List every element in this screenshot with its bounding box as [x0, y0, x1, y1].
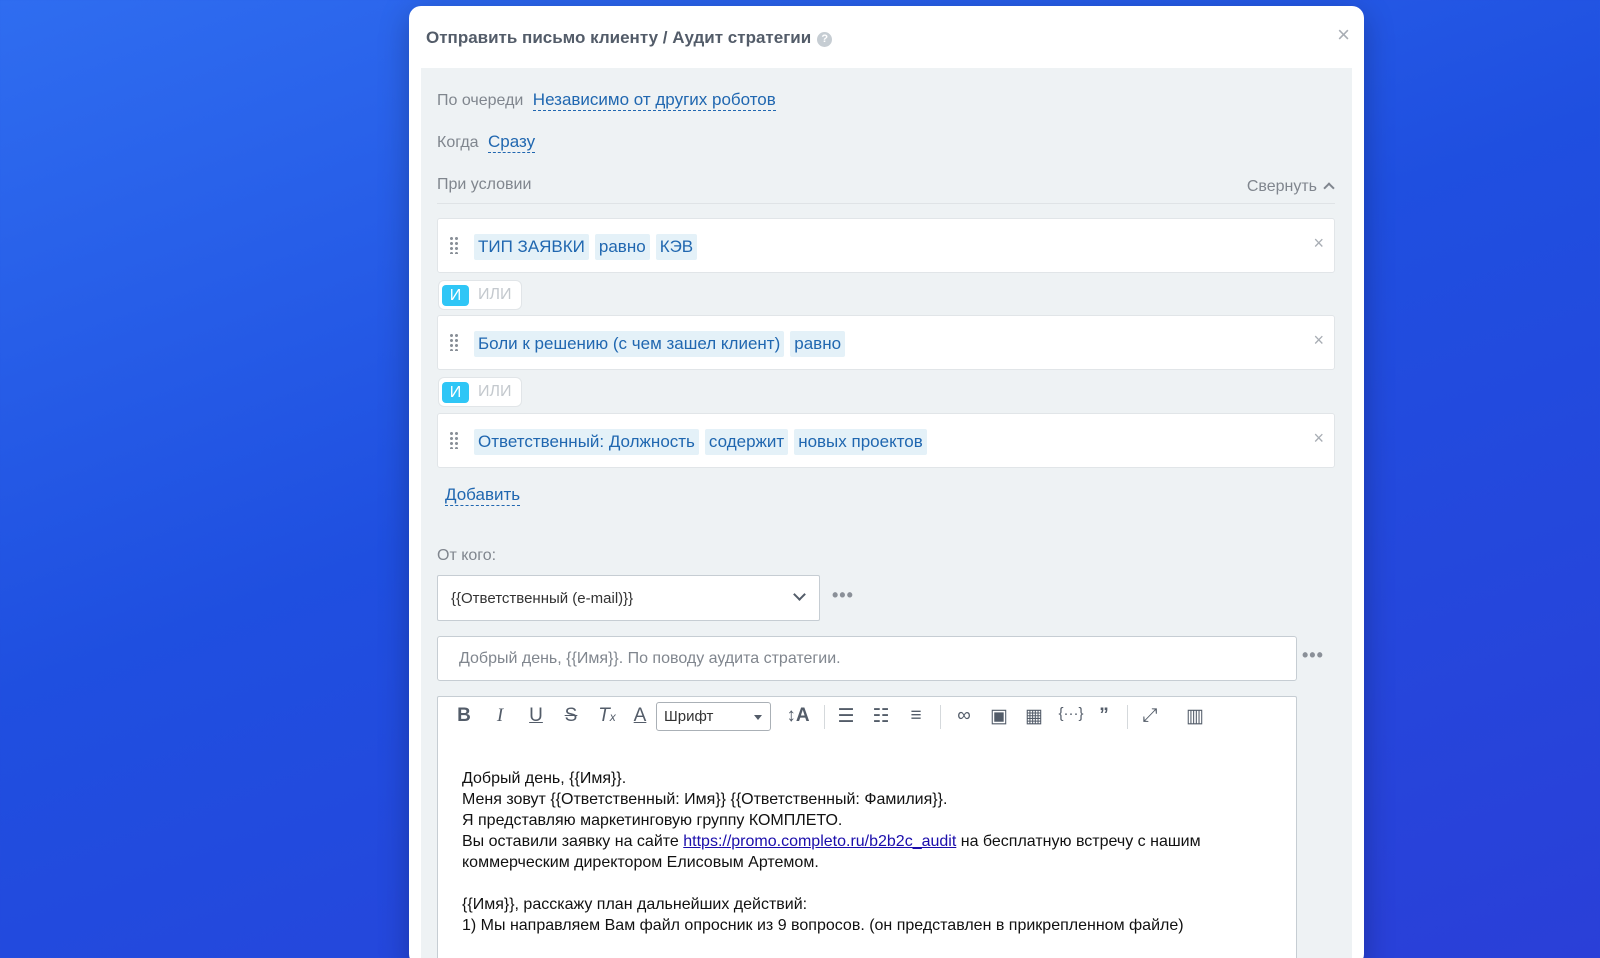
condition-chips: Боли к решению (с чем зашел клиент) равно — [474, 331, 851, 357]
email-body[interactable]: Добрый день, {{Имя}}. Меня зовут {{Ответ… — [462, 768, 1272, 936]
and-option[interactable]: И — [442, 285, 469, 306]
body-line: Я представляю маркетинговую группу КОМПЛ… — [462, 812, 843, 829]
body-line: {{Имя}}, расскажу план дальнейших действ… — [462, 896, 808, 913]
queue-label: По очереди — [437, 92, 524, 109]
condition-field[interactable]: ТИП ЗАЯВКИ — [474, 234, 589, 260]
from-label: От кого: — [437, 547, 497, 564]
body-text-segment: Вы оставили заявку на сайте — [462, 833, 684, 850]
condition-operator[interactable]: равно — [790, 331, 846, 357]
chevron-up-icon — [1323, 182, 1335, 194]
body-line: Вы оставили заявку на сайте https://prom… — [462, 831, 1272, 873]
chevron-down-icon — [793, 588, 806, 601]
condition-field[interactable]: Ответственный: Должность — [474, 429, 699, 455]
remove-condition-icon[interactable]: × — [1313, 428, 1324, 449]
source-mode-icon[interactable]: ▥ — [1181, 705, 1209, 729]
or-option[interactable]: ИЛИ — [478, 383, 512, 401]
robot-settings-dialog: Отправить письмо клиенту / Аудит стратег… — [409, 6, 1364, 958]
and-or-toggle-2: И ИЛИ — [438, 377, 522, 407]
font-select-label: Шрифт — [664, 708, 714, 725]
email-editor[interactable]: B I U S Tx A Шрифт ↕A ☰ ☷ ≡ ∞ ▣ ▦ {···} — [437, 696, 1297, 958]
numbered-list-icon[interactable]: ☰ — [834, 705, 858, 729]
or-option[interactable]: ИЛИ — [478, 286, 512, 304]
strikethrough-icon[interactable]: S — [561, 705, 581, 729]
when-label: Когда — [437, 134, 479, 151]
dialog-title-text: Отправить письмо клиенту / Аудит стратег… — [426, 28, 812, 47]
conditions-label: При условии — [437, 176, 532, 193]
dialog-header: Отправить письмо клиенту / Аудит стратег… — [409, 6, 1364, 68]
condition-operator[interactable]: равно — [594, 234, 650, 260]
subject-input[interactable]: Добрый день, {{Имя}}. По поводу аудита с… — [437, 636, 1297, 681]
condition-row-2: Боли к решению (с чем зашел клиент) равно… — [437, 315, 1335, 370]
drag-handle-icon[interactable] — [449, 333, 459, 351]
align-icon[interactable]: ≡ — [904, 705, 928, 729]
collapse-button[interactable]: Свернуть — [1246, 178, 1335, 196]
condition-field[interactable]: Боли к решению (с чем зашел клиент) — [474, 331, 785, 357]
audit-page-link[interactable]: https://promo.completo.ru/b2b2c_audit — [683, 833, 956, 850]
code-icon[interactable]: {···} — [1057, 705, 1085, 729]
font-select[interactable]: Шрифт — [656, 702, 771, 731]
queue-value-link[interactable]: Независимо от других роботов — [532, 90, 776, 111]
from-more-icon[interactable]: ••• — [832, 585, 854, 606]
table-icon[interactable]: ▦ — [1022, 705, 1046, 729]
drag-handle-icon[interactable] — [449, 236, 459, 254]
close-icon[interactable]: × — [1337, 24, 1350, 46]
conditions-header: При условии Свернуть — [437, 176, 1335, 204]
caret-down-icon — [754, 715, 762, 720]
toolbar-divider — [824, 705, 825, 729]
link-icon[interactable]: ∞ — [952, 705, 976, 729]
image-icon[interactable]: ▣ — [987, 705, 1011, 729]
dialog-title: Отправить письмо клиенту / Аудит стратег… — [426, 28, 833, 48]
body-line: Меня зовут {{Ответственный: Имя}} {{Отве… — [462, 791, 948, 808]
from-select-value: {{Ответственный (e-mail)}} — [451, 590, 634, 607]
remove-condition-icon[interactable]: × — [1313, 330, 1324, 351]
condition-operator[interactable]: содержит — [704, 429, 789, 455]
italic-icon[interactable]: I — [490, 705, 510, 729]
settings-panel: По очереди Независимо от других роботов … — [421, 68, 1352, 958]
when-row: Когда Сразу — [437, 132, 536, 153]
quote-icon[interactable]: ” — [1094, 705, 1114, 729]
and-option[interactable]: И — [442, 382, 469, 403]
underline-icon[interactable]: U — [526, 705, 546, 729]
drag-handle-icon[interactable] — [449, 431, 459, 449]
collapse-label: Свернуть — [1246, 178, 1317, 195]
font-size-icon[interactable]: ↕A — [784, 705, 812, 729]
subject-more-icon[interactable]: ••• — [1302, 645, 1324, 666]
condition-value[interactable]: новых проектов — [794, 429, 927, 455]
fullscreen-icon[interactable]: ⤢ — [1138, 705, 1162, 729]
condition-chips: ТИП ЗАЯВКИ равно КЭВ — [474, 234, 703, 260]
remove-condition-icon[interactable]: × — [1313, 233, 1324, 254]
text-color-icon[interactable]: A — [630, 705, 650, 729]
toolbar-divider — [1127, 705, 1128, 729]
condition-row-3: Ответственный: Должность содержит новых пр… — [437, 413, 1335, 468]
condition-row-1: ТИП ЗАЯВКИ равно КЭВ × — [437, 218, 1335, 273]
toolbar-divider — [940, 705, 941, 729]
from-select[interactable]: {{Ответственный (e-mail)}} — [437, 575, 820, 621]
and-or-toggle-1: И ИЛИ — [438, 280, 522, 310]
condition-value[interactable]: КЭВ — [655, 234, 698, 260]
body-line: Добрый день, {{Имя}}. — [462, 770, 627, 787]
when-value-link[interactable]: Сразу — [488, 132, 536, 153]
clear-format-icon[interactable]: Tx — [595, 705, 619, 729]
bullet-list-icon[interactable]: ☷ — [869, 705, 893, 729]
condition-chips: Ответственный: Должность содержит новых пр… — [474, 429, 933, 455]
help-icon[interactable]: ? — [817, 32, 833, 47]
bold-icon[interactable]: B — [454, 705, 474, 729]
queue-row: По очереди Независимо от других роботов — [437, 90, 776, 111]
body-line: 1) Мы направляем Вам файл опросник из 9 … — [462, 917, 1184, 934]
editor-toolbar: B I U S Tx A Шрифт ↕A ☰ ☷ ≡ ∞ ▣ ▦ {···} — [438, 697, 1296, 737]
add-condition-link[interactable]: Добавить — [445, 485, 521, 506]
